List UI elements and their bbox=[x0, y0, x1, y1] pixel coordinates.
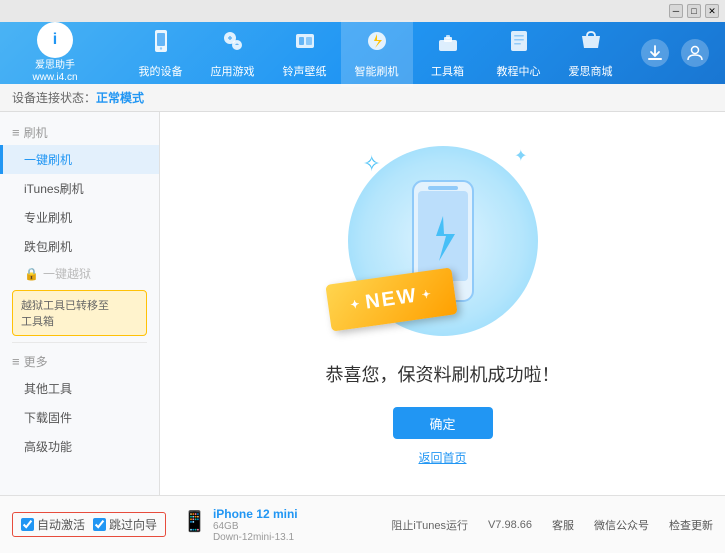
status-value: 正常模式 bbox=[96, 89, 144, 106]
sidebar-item-one-click-flash[interactable]: 一键刷机 bbox=[0, 145, 159, 174]
wechat-link[interactable]: 微信公众号 bbox=[594, 517, 649, 533]
device-name: iPhone 12 mini bbox=[213, 507, 298, 521]
apps-games-icon bbox=[220, 28, 246, 60]
device-block: 📱 iPhone 12 mini 64GB Down-12mini-13.1 bbox=[174, 503, 306, 547]
nav-toolbox[interactable]: 工具箱 bbox=[413, 20, 483, 87]
sidebar-item-pro-flash[interactable]: 专业刷机 bbox=[0, 203, 159, 232]
minimize-btn[interactable]: ─ bbox=[669, 4, 683, 18]
main-area: ≡ 刷机 一键刷机 iTunes刷机 专业刷机 跌包刷机 🔒 一键越狱 越狱工具… bbox=[0, 112, 725, 495]
logo-url: www.i4.cn bbox=[32, 72, 77, 84]
nav-my-device[interactable]: 我的设备 bbox=[125, 20, 197, 87]
notice-text: 越狱工具已转移至工具箱 bbox=[21, 300, 109, 328]
checkbox-border-box: 自动激活 跳过向导 bbox=[12, 512, 166, 537]
auto-connect-checkbox-group[interactable]: 自动激活 bbox=[21, 516, 85, 533]
auto-connect-label: 自动激活 bbox=[37, 516, 85, 533]
sidebar-flash-header: ≡ 刷机 bbox=[0, 120, 159, 145]
logo-area: i 爱思助手 www.i4.cn bbox=[0, 16, 110, 90]
nav-apps-games[interactable]: 应用游戏 bbox=[197, 20, 269, 87]
sidebar-more-header: ≡ 更多 bbox=[0, 349, 159, 374]
sidebar-item-download-firmware[interactable]: 下载固件 bbox=[0, 403, 159, 432]
nav-ringtone[interactable]: 铃声壁纸 bbox=[269, 20, 341, 87]
nav-shop-label: 爱思商城 bbox=[569, 63, 613, 79]
nav-tutorial[interactable]: 教程中心 bbox=[483, 20, 555, 87]
nav-ringtone-label: 铃声壁纸 bbox=[283, 63, 327, 79]
nav-tutorial-label: 教程中心 bbox=[497, 63, 541, 79]
new-badge-star-right: ✦ bbox=[420, 287, 433, 301]
device-text: iPhone 12 mini 64GB Down-12mini-13.1 bbox=[213, 507, 298, 543]
nav-smart-flash[interactable]: 智能刷机 bbox=[341, 20, 413, 87]
new-badge-star-left: ✦ bbox=[349, 297, 362, 311]
customer-service-link[interactable]: 客服 bbox=[552, 517, 574, 533]
content-area: ✧ ✦ ✦ NEW ✦ 恭喜您，保资料刷机成功啦！ 确定 返回首页 bbox=[160, 112, 725, 495]
bottom-right-group: 阻止iTunes运行 V7.98.66 客服 微信公众号 检查更新 bbox=[391, 517, 713, 533]
itunes-status: 阻止iTunes运行 bbox=[391, 517, 468, 533]
sidebar-notice: 越狱工具已转移至工具箱 bbox=[12, 290, 147, 336]
nav-my-device-label: 我的设备 bbox=[139, 63, 183, 79]
logo-icon: i bbox=[37, 22, 73, 58]
skip-wizard-label: 跳过向导 bbox=[109, 516, 157, 533]
new-badge-text: NEW bbox=[363, 284, 418, 314]
nav-shop[interactable]: 爱思商城 bbox=[555, 20, 627, 87]
auto-connect-checkbox[interactable] bbox=[21, 518, 34, 531]
shop-icon bbox=[578, 28, 604, 60]
toolbox-icon bbox=[435, 28, 461, 60]
sidebar-item-pkg-flash[interactable]: 跌包刷机 bbox=[0, 232, 159, 261]
sidebar-item-itunes-flash[interactable]: iTunes刷机 bbox=[0, 174, 159, 203]
download-btn[interactable] bbox=[641, 39, 669, 67]
device-storage: 64GB bbox=[213, 521, 298, 532]
close-btn[interactable]: ✕ bbox=[705, 4, 719, 18]
flash-section-icon: ≡ bbox=[12, 125, 20, 140]
more-section-icon: ≡ bbox=[12, 354, 20, 369]
confirm-button[interactable]: 确定 bbox=[393, 407, 493, 439]
nav-smart-flash-label: 智能刷机 bbox=[355, 63, 399, 79]
ringtone-icon bbox=[292, 28, 318, 60]
device-phone-icon: 📱 bbox=[182, 509, 207, 534]
top-nav: i 爱思助手 www.i4.cn 我的设备 应用游戏 铃声壁纸 bbox=[0, 22, 725, 84]
flash-section-label: 刷机 bbox=[24, 124, 48, 141]
version-label: V7.98.66 bbox=[488, 519, 532, 531]
lock-icon: 🔒 bbox=[24, 267, 39, 281]
nav-items: 我的设备 应用游戏 铃声壁纸 智能刷机 工具箱 bbox=[110, 20, 641, 87]
user-btn[interactable] bbox=[681, 39, 709, 67]
sidebar: ≡ 刷机 一键刷机 iTunes刷机 专业刷机 跌包刷机 🔒 一键越狱 越狱工具… bbox=[0, 112, 160, 495]
phone-illustration: ✧ ✦ ✦ NEW ✦ bbox=[343, 141, 543, 341]
nav-apps-games-label: 应用游戏 bbox=[211, 63, 255, 79]
skip-wizard-checkbox-group[interactable]: 跳过向导 bbox=[93, 516, 157, 533]
status-bar: 设备连接状态： 正常模式 bbox=[0, 84, 725, 112]
skip-wizard-checkbox[interactable] bbox=[93, 518, 106, 531]
jailbreak-label: 一键越狱 bbox=[43, 265, 91, 282]
sidebar-divider bbox=[12, 342, 147, 343]
device-system: Down-12mini-13.1 bbox=[213, 532, 298, 543]
return-link[interactable]: 返回首页 bbox=[418, 449, 466, 466]
logo-name: 爱思助手 bbox=[32, 60, 77, 72]
smart-flash-icon bbox=[364, 28, 390, 60]
tutorial-icon bbox=[506, 28, 532, 60]
sidebar-item-advanced[interactable]: 高级功能 bbox=[0, 432, 159, 461]
sparkle-1: ✧ bbox=[363, 151, 381, 177]
check-update-link[interactable]: 检查更新 bbox=[669, 517, 713, 533]
sparkle-2: ✦ bbox=[514, 146, 527, 166]
success-title: 恭喜您，保资料刷机成功啦！ bbox=[326, 361, 560, 387]
maximize-btn[interactable]: □ bbox=[687, 4, 701, 18]
nav-right bbox=[641, 39, 725, 67]
sidebar-item-jailbreak: 🔒 一键越狱 bbox=[0, 261, 159, 286]
my-device-icon bbox=[148, 28, 174, 60]
sidebar-item-other-tools[interactable]: 其他工具 bbox=[0, 374, 159, 403]
more-section-label: 更多 bbox=[24, 353, 48, 370]
bottom-left-group: 自动激活 跳过向导 📱 iPhone 12 mini 64GB Down-12m… bbox=[12, 503, 306, 547]
status-prefix: 设备连接状态： bbox=[12, 89, 96, 106]
bottom-info-row: 自动激活 跳过向导 📱 iPhone 12 mini 64GB Down-12m… bbox=[0, 495, 725, 553]
nav-toolbox-label: 工具箱 bbox=[431, 63, 464, 79]
